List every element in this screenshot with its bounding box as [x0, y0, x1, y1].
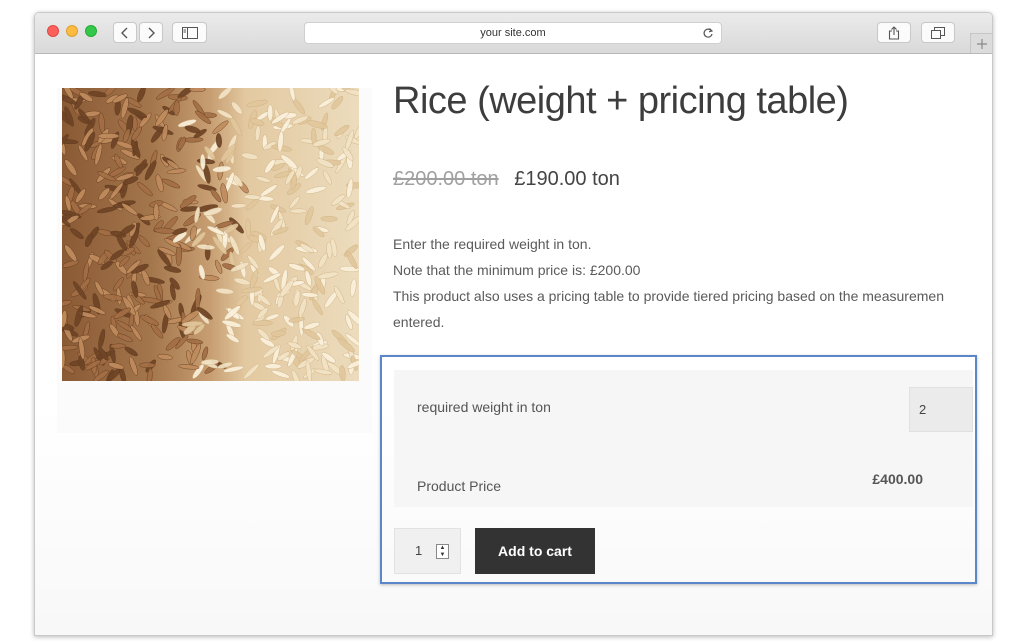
product-description: Enter the required weight in ton. Note t…: [393, 231, 992, 335]
sale-price: £190.00 ton: [514, 168, 620, 190]
close-window-button[interactable]: [47, 25, 59, 37]
back-button[interactable]: [113, 22, 137, 43]
description-line: Enter the required weight in ton.: [393, 236, 592, 252]
maximize-window-button[interactable]: [85, 25, 97, 37]
minimize-window-button[interactable]: [66, 25, 78, 37]
product-title: Rice (weight + pricing table): [393, 80, 849, 122]
share-icon: [888, 25, 900, 40]
description-line: Note that the minimum price is: £200.00: [393, 262, 641, 278]
forward-button[interactable]: [139, 22, 163, 43]
tabs-button[interactable]: [921, 22, 955, 43]
browser-window: your site.com Rice (weight + pricing tab…: [34, 12, 993, 636]
sidebar-icon: [181, 26, 198, 39]
browser-toolbar: your site.com: [35, 13, 992, 54]
sidebar-button[interactable]: [172, 22, 207, 43]
chevron-right-icon: [148, 27, 155, 38]
tabs-icon: [931, 26, 945, 39]
product-image-panel: [57, 88, 372, 433]
regular-price: £200.00 ton: [393, 168, 499, 190]
address-bar[interactable]: your site.com: [304, 22, 722, 44]
plus-icon: [976, 38, 987, 49]
reload-button[interactable]: [702, 26, 714, 46]
highlight-frame: [380, 355, 977, 584]
description-line: This product also uses a pricing table t…: [393, 288, 944, 304]
product-image[interactable]: [62, 88, 359, 381]
new-tab-button[interactable]: [970, 33, 992, 53]
chevron-left-icon: [121, 27, 128, 38]
share-button[interactable]: [877, 22, 911, 43]
product-page: Rice (weight + pricing table) £200.00 to…: [35, 54, 992, 635]
description-line: entered.: [393, 314, 445, 330]
product-price: £200.00 ton £190.00 ton: [393, 168, 620, 191]
reload-icon: [703, 28, 714, 38]
url-text: your site.com: [480, 27, 546, 39]
